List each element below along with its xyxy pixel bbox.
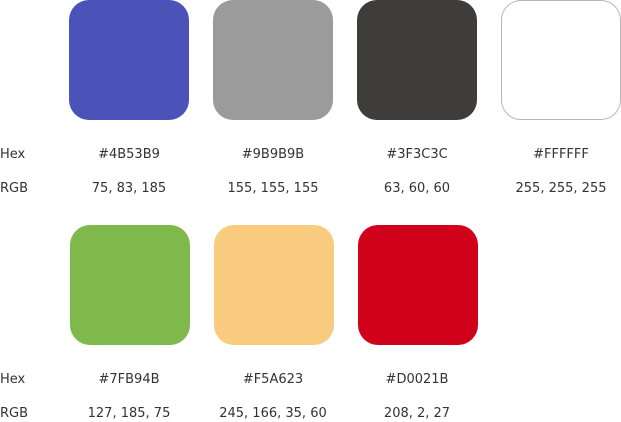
color-swatch-green — [70, 225, 190, 345]
color-swatch-red — [358, 225, 478, 345]
rgb-value-orange: 245, 166, 35, 60 — [219, 406, 327, 421]
hex-value-dark-gray: #3F3C3C — [386, 147, 448, 162]
hex-value-white: #FFFFFF — [533, 147, 589, 162]
rgb-value-green: 127, 185, 75 — [87, 406, 171, 421]
color-swatch-dark-gray — [357, 0, 477, 120]
rgb-value-white: 255, 255, 255 — [515, 181, 607, 196]
color-swatch-blue — [69, 0, 189, 120]
hex-value-orange: #F5A623 — [242, 372, 304, 387]
rgb-row-label: RGB — [0, 406, 29, 421]
rgb-row-label: RGB — [0, 181, 29, 196]
color-swatch-orange — [214, 225, 334, 345]
rgb-value-gray: 155, 155, 155 — [227, 181, 319, 196]
color-swatch-gray — [213, 0, 333, 120]
hex-row-label: Hex — [0, 372, 26, 387]
hex-value-gray: #9B9B9B — [241, 147, 305, 162]
color-swatch-white — [501, 0, 621, 120]
rgb-value-red: 208, 2, 27 — [383, 406, 451, 421]
hex-row-label: Hex — [0, 147, 26, 162]
hex-value-green: #7FB94B — [98, 372, 160, 387]
rgb-value-blue: 75, 83, 185 — [91, 181, 167, 196]
rgb-value-dark-gray: 63, 60, 60 — [383, 181, 451, 196]
hex-value-blue: #4B53B9 — [98, 147, 160, 162]
hex-value-red: #D0021B — [385, 372, 449, 387]
